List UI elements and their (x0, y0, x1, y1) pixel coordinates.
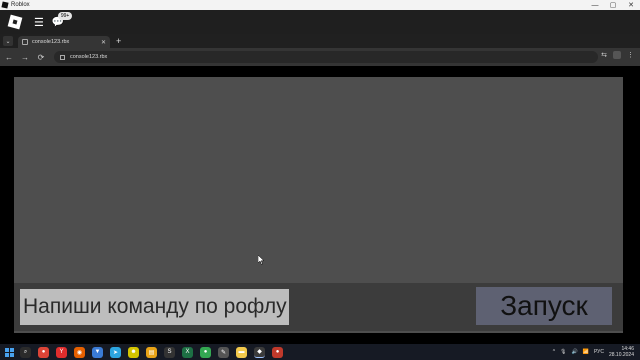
telegram-icon[interactable]: ➤ (110, 346, 121, 358)
roblox-appbar: ☰ 💬 99+ (0, 10, 640, 34)
notes-icon[interactable]: ▤ (146, 346, 157, 358)
chat-icon[interactable]: 💬 99+ (52, 11, 73, 28)
black-strip (0, 66, 640, 77)
browser-menu-icon[interactable]: ⋮ (627, 51, 634, 59)
taskbar-apps: ⌕ ● Y ◉ ▼ ➤ ☻ ▤ S X ● ✎ ▬ ◆ ● (20, 346, 283, 358)
close-window-button[interactable]: ✕ (622, 0, 640, 10)
excel-icon[interactable]: X (182, 346, 193, 358)
forward-button[interactable]: → (18, 53, 32, 62)
defender-icon[interactable]: ▼ (92, 346, 103, 358)
minimize-button[interactable]: — (586, 0, 604, 10)
tab-strip: ⌄ console123.rbx ✕ + (0, 34, 640, 48)
bot-icon[interactable]: ☻ (128, 346, 139, 358)
clock[interactable]: 14:46 28.10.2024 (609, 346, 634, 358)
command-input[interactable] (20, 289, 289, 325)
app-icon[interactable]: S (164, 346, 175, 358)
windows-taskbar: ⌕ ● Y ◉ ▼ ➤ ☻ ▤ S X ● ✎ ▬ ◆ ● ^ 🎙 🔊 📶 РУС 14:46 28.10.… (0, 344, 640, 360)
site-info-icon[interactable] (60, 54, 65, 60)
address-text: console123.rbx (70, 54, 108, 60)
start-menu-icon[interactable] (5, 347, 14, 357)
address-bar-row: ← → ⟳ console123.rbx ⇆ ⋮ (0, 48, 640, 66)
firefox-icon[interactable]: ◉ (74, 346, 85, 358)
edit-icon[interactable]: ✎ (218, 346, 229, 358)
profile-avatar[interactable] (613, 51, 621, 59)
tab-label: console123.rbx (32, 39, 70, 45)
maximize-button[interactable]: ▢ (604, 0, 622, 10)
green-app-icon[interactable]: ● (200, 346, 211, 358)
mouse-cursor-icon (257, 252, 265, 270)
cast-icon[interactable]: ⇆ (601, 51, 607, 59)
menu-icon[interactable]: ☰ (34, 16, 44, 29)
roblox-logo-icon[interactable] (7, 14, 23, 30)
new-tab-button[interactable]: + (116, 36, 121, 46)
mic-icon[interactable]: 🎙 (560, 349, 566, 355)
tray-chevron-icon[interactable]: ^ (553, 349, 555, 355)
tab-console[interactable]: console123.rbx ✕ (18, 36, 110, 48)
reload-button[interactable]: ⟳ (34, 53, 48, 62)
toolbar-right: ⇆ ⋮ (601, 51, 634, 59)
tab-close-icon[interactable]: ✕ (101, 39, 106, 46)
window-controls: — ▢ ✕ (586, 0, 640, 10)
window-title: Roblox (11, 2, 30, 8)
system-tray: ^ 🎙 🔊 📶 РУС 14:46 28.10.2024 (553, 344, 634, 360)
clock-date: 28.10.2024 (608, 352, 634, 358)
run-button[interactable]: Запуск (476, 287, 612, 325)
chat-badge: 99+ (57, 11, 73, 20)
tab-search-dropdown[interactable]: ⌄ (3, 36, 13, 46)
search-icon[interactable]: ⌕ (20, 346, 31, 358)
roblox-app-icon (1, 1, 9, 9)
folder-icon[interactable]: ▬ (236, 346, 247, 358)
address-input[interactable]: console123.rbx (54, 51, 598, 63)
network-icon[interactable]: 📶 (583, 349, 589, 355)
back-button[interactable]: ← (2, 53, 16, 62)
page-favicon-icon (22, 39, 28, 45)
yandex-icon[interactable]: Y (56, 346, 67, 358)
volume-icon[interactable]: 🔊 (571, 349, 577, 355)
roblox-icon[interactable]: ◆ (254, 346, 265, 358)
record-icon[interactable]: ● (272, 346, 283, 358)
chrome-icon[interactable]: ● (38, 346, 49, 358)
window-titlebar: Roblox — ▢ ✕ (0, 0, 640, 10)
language-indicator[interactable]: РУС (594, 349, 604, 355)
